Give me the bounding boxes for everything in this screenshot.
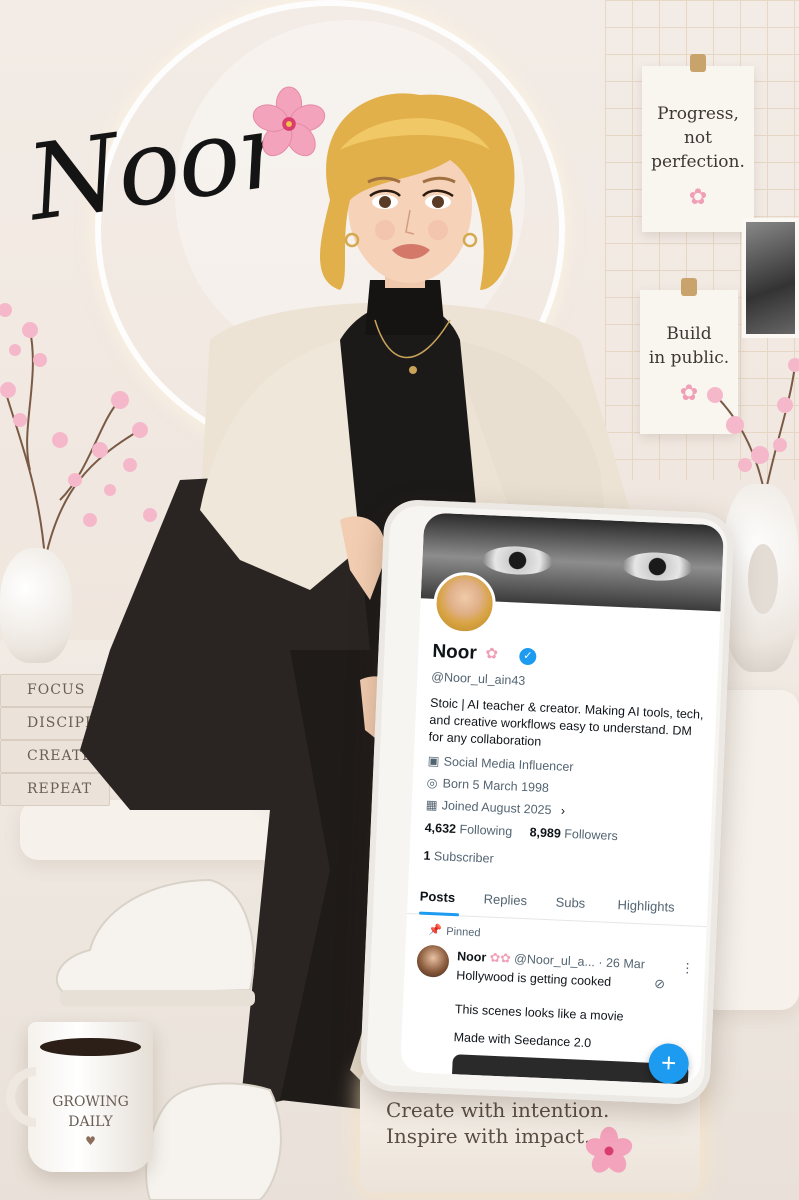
plaque-line-2: Inspire with impact. [386, 1124, 591, 1148]
active-tab-indicator [418, 911, 460, 917]
tab-highlights[interactable]: Highlights [617, 897, 675, 914]
briefcase-icon: ▣ [427, 753, 440, 769]
profile-handle: @Noor_ul_ain43 [431, 669, 526, 688]
banner-eye [621, 551, 693, 583]
binder-clip-icon [690, 54, 706, 72]
post-author: Noor [456, 949, 487, 965]
banner-eye [481, 544, 554, 576]
subscriber-label: Subscriber [433, 849, 494, 866]
phone-mockup: Noor ✿ ✓ @Noor_ul_ain43 Stoic | AI teach… [359, 498, 735, 1106]
profile-name: Noor [432, 640, 478, 664]
profile-bio: Stoic | AI teacher & creator. Making AI … [428, 695, 704, 749]
followers-link[interactable]: 8,989 Followers [529, 825, 618, 843]
pinned-label: Pinned [445, 925, 481, 940]
photo-card [742, 218, 799, 338]
vase-right [722, 484, 799, 672]
mug-text-line: GROWING [52, 1094, 129, 1110]
profile-tabs: Posts Replies Subs Highlights [406, 876, 709, 928]
meta-born: ◎ Born 5 March 1998 [426, 775, 549, 795]
follow-counts: 4,632 Following 8,989 Followers [424, 821, 618, 843]
followers-label: Followers [564, 826, 619, 844]
pin-icon: 📌 [428, 923, 443, 937]
chevron-right-icon: › [560, 803, 566, 818]
post-header: Noor ✿✿ @Noor_ul_a... · 26 Mar [457, 948, 645, 971]
coffee-surface [40, 1038, 141, 1056]
post-line-3: Made with Seedance 2.0 [453, 1030, 592, 1051]
meta-category-text: Social Media Influencer [443, 754, 574, 775]
cherry-branches-right [707, 358, 799, 495]
grok-icon[interactable]: ⊘ [654, 976, 666, 992]
following-link[interactable]: 4,632 Following [424, 821, 512, 839]
profile-screen: Noor ✿ ✓ @Noor_ul_ain43 Stoic | AI teach… [400, 512, 725, 1085]
sakura-flower-icon: ✿ [679, 381, 699, 406]
meta-category: ▣ Social Media Influencer [427, 753, 573, 774]
subscriber-count: 1 [423, 848, 431, 863]
mug-text-line: DAILY [68, 1114, 113, 1130]
plaque-line-1: Create with intention. [386, 1098, 610, 1122]
following-count: 4,632 [424, 820, 457, 837]
more-options-icon[interactable]: ⋮ [681, 960, 695, 977]
tab-subs[interactable]: Subs [555, 894, 585, 910]
sakura-flower-icon: ✿✿ [489, 950, 512, 966]
heart-icon: ♥ [85, 1134, 96, 1148]
post-avatar[interactable] [416, 944, 450, 978]
following-label: Following [459, 822, 513, 839]
calendar-icon: ▦ [425, 797, 438, 813]
post-line-2: This scenes looks like a movie [454, 1002, 624, 1024]
binder-clip-icon [681, 278, 697, 296]
verified-badge-icon: ✓ [518, 647, 537, 666]
coffee-mug: GROWING DAILY ♥ [6, 1022, 153, 1172]
followers-count: 8,989 [529, 825, 562, 841]
sakura-flower-icon: ✿ [485, 645, 499, 663]
meta-joined-text: Joined August 2025 [441, 798, 552, 818]
post-line-1: Hollywood is getting cooked [456, 968, 612, 989]
sakura-flower-icon: ✿ [688, 185, 708, 210]
meta-born-text: Born 5 March 1998 [442, 776, 550, 796]
meta-joined[interactable]: ▦ Joined August 2025 › [425, 797, 565, 818]
sakura-flower-icon [585, 1126, 633, 1173]
location-pin-icon: ◎ [426, 775, 438, 791]
tab-replies[interactable]: Replies [483, 891, 527, 908]
tab-posts[interactable]: Posts [419, 889, 455, 906]
post-handle-date: @Noor_ul_a... · 26 Mar [513, 951, 646, 972]
subscriber-link[interactable]: 1 Subscriber [423, 849, 494, 866]
